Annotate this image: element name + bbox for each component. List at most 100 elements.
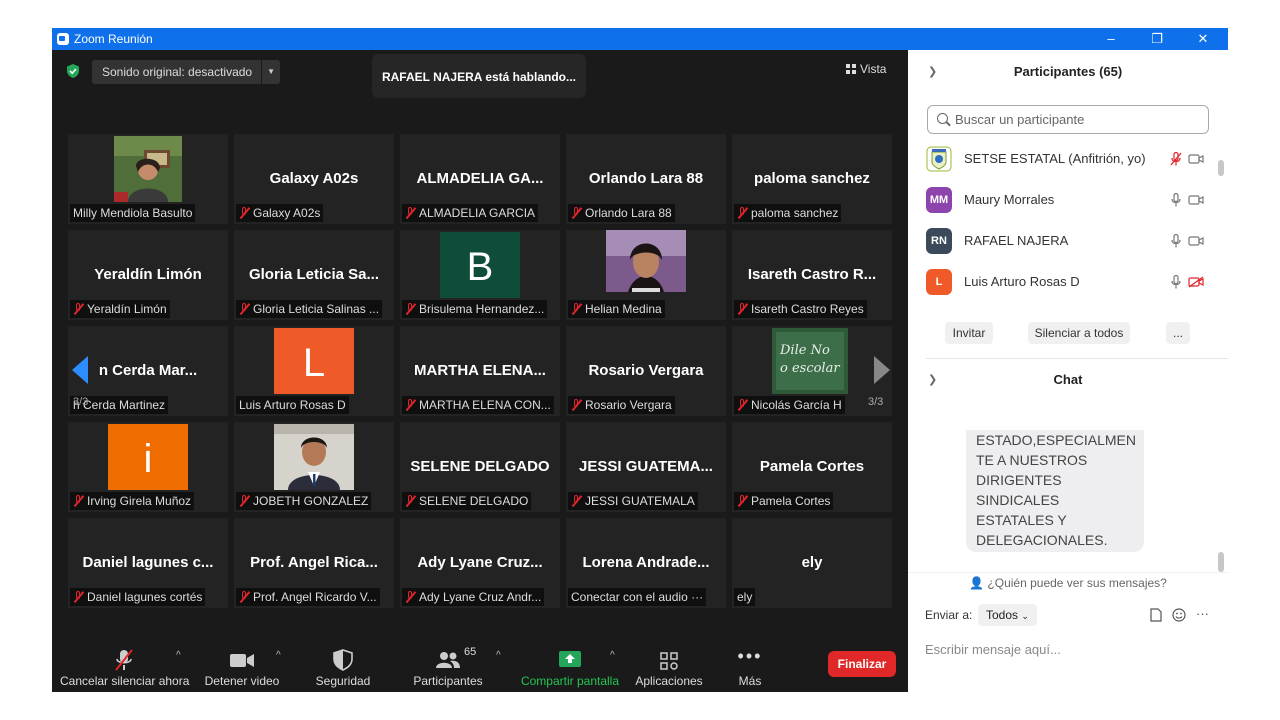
microphone-icon[interactable]: [1170, 193, 1182, 207]
muted-microphone-icon: [737, 495, 748, 507]
participant-photo: [606, 230, 686, 292]
chat-scrollbar[interactable]: [1218, 552, 1224, 572]
participant-name: Rosario Vergara: [585, 398, 672, 412]
muted-microphone-icon: [405, 303, 416, 315]
who-can-see-label: ¿Quién puede ver sus mensajes?: [987, 576, 1167, 590]
more-dots-icon: •••: [737, 646, 763, 666]
meeting-area: Sonido original: desactivado ▼ RAFAEL NA…: [52, 50, 908, 692]
restore-button[interactable]: ❐: [1135, 28, 1179, 50]
participant-display-name: paloma sanchez: [754, 170, 870, 187]
encryption-shield-icon[interactable]: [66, 64, 80, 78]
end-meeting-button[interactable]: Finalizar: [828, 651, 896, 677]
participant-video-tile[interactable]: i Irving Girela Muñoz: [68, 422, 228, 512]
chat-line: DELEGACIONALES.: [976, 532, 1108, 548]
participant-name: ely: [737, 590, 753, 604]
muted-microphone-icon: [405, 591, 416, 603]
participant-video-tile[interactable]: Gloria Leticia Sa... Gloria Leticia Salin…: [234, 230, 394, 320]
participant-name: Helian Medina: [585, 302, 662, 316]
emoji-icon[interactable]: [1172, 608, 1186, 622]
participant-video-tile[interactable]: Helian Medina: [566, 230, 726, 320]
chevron-down-icon[interactable]: ▼: [261, 60, 280, 84]
invite-button[interactable]: Invitar: [945, 322, 993, 344]
collapse-participants-chevron-icon[interactable]: ❯: [928, 58, 937, 86]
chat-message-input[interactable]: Escribir mensaje aquí...: [925, 642, 1061, 657]
participant-video-tile[interactable]: ely ely: [732, 518, 892, 608]
previous-page-arrow-icon[interactable]: [72, 356, 88, 384]
participant-video-tile[interactable]: Daniel lagunes c... Daniel lagunes cortés: [68, 518, 228, 608]
participant-video-tile[interactable]: Orlando Lara 88 Orlando Lara 88: [566, 134, 726, 224]
participant-video-tile[interactable]: ALMADELIA GA... ALMADELIA GARCIA: [400, 134, 560, 224]
participant-name: MARTHA ELENA CON...: [419, 398, 551, 412]
close-button[interactable]: ✕: [1181, 28, 1225, 50]
file-icon[interactable]: [1150, 608, 1162, 622]
participant-name-label: Isareth Castro Reyes: [734, 300, 867, 318]
video-options-caret-icon[interactable]: ^: [276, 650, 281, 661]
participant-video-tile[interactable]: Milly Mendiola Basulto: [68, 134, 228, 224]
participant-video-tile[interactable]: L Luis Arturo Rosas D: [234, 326, 394, 416]
participant-video-tile[interactable]: Prof. Angel Rica... Prof. Angel Ricardo V…: [234, 518, 394, 608]
participant-video-tile[interactable]: JOBETH GONZALEZ: [234, 422, 394, 512]
collapse-chat-chevron-icon[interactable]: ❯: [928, 366, 937, 394]
mute-all-button[interactable]: Silenciar a todos: [1028, 322, 1130, 344]
more-button[interactable]: ••• Más: [726, 638, 774, 692]
participants-scrollbar[interactable]: [1218, 160, 1224, 176]
audio-options-caret-icon[interactable]: ^: [176, 650, 181, 661]
participant-video-tile[interactable]: B Brisulema Hernandez...: [400, 230, 560, 320]
participant-video-tile[interactable]: n Cerda Mar... h Cerda Martinez: [68, 326, 228, 416]
muted-microphone-icon[interactable]: [1170, 152, 1182, 166]
participant-name: Yeraldín Limón: [87, 302, 167, 316]
participant-search-input[interactable]: Buscar un participante: [927, 105, 1209, 134]
who-can-see-link[interactable]: 👤 ¿Quién puede ver sus mensajes?: [908, 576, 1228, 590]
send-to-dropdown[interactable]: Todos ⌄: [978, 604, 1037, 626]
minimize-button[interactable]: –: [1089, 28, 1133, 50]
participant-name-label: Pamela Cortes: [734, 492, 834, 510]
participant-display-name: Prof. Angel Rica...: [250, 554, 378, 571]
participant-name-label: Yeraldín Limón: [70, 300, 170, 318]
participant-list-item[interactable]: MM Maury Morrales: [926, 187, 1206, 217]
participant-list-item[interactable]: L Luis Arturo Rosas D: [926, 269, 1206, 299]
video-camera-icon[interactable]: [1188, 235, 1204, 247]
participant-list-item[interactable]: RN RAFAEL NAJERA: [926, 228, 1206, 258]
unmute-button[interactable]: Cancelar silenciar ahora: [60, 638, 189, 692]
next-page-arrow-icon[interactable]: [874, 356, 890, 384]
chat-line: DIRIGENTES: [976, 472, 1062, 488]
participants-button[interactable]: 65 Participantes: [408, 638, 488, 692]
participant-name-label: SELENE DELGADO: [402, 492, 532, 510]
participant-video-tile[interactable]: Isareth Castro R... Isareth Castro Reyes: [732, 230, 892, 320]
participants-options-caret-icon[interactable]: ^: [496, 650, 501, 661]
participants-icon: [436, 652, 460, 668]
video-camera-icon[interactable]: [1188, 153, 1204, 165]
participant-video-tile[interactable]: JESSI GUATEMA... JESSI GUATEMALA: [566, 422, 726, 512]
stop-video-button[interactable]: Detener video: [200, 638, 284, 692]
original-sound-button[interactable]: Sonido original: desactivado ▼: [92, 60, 281, 84]
participant-name-label: paloma sanchez: [734, 204, 842, 222]
participant-list-name: Maury Morrales: [964, 192, 1055, 207]
zoom-logo-icon: [57, 33, 69, 45]
microphone-icon[interactable]: [1170, 275, 1182, 289]
microphone-icon[interactable]: [1170, 234, 1182, 248]
participant-video-tile[interactable]: Rosario Vergara Rosario Vergara: [566, 326, 726, 416]
more-options-button[interactable]: ...: [1166, 322, 1190, 344]
video-camera-icon[interactable]: [1188, 194, 1204, 206]
security-button[interactable]: Seguridad: [308, 638, 378, 692]
participant-video-tile[interactable]: paloma sanchez paloma sanchez: [732, 134, 892, 224]
participants-label: Participantes: [413, 674, 483, 688]
chat-more-icon[interactable]: ···: [1196, 606, 1209, 621]
share-screen-button[interactable]: Compartir pantalla: [518, 638, 622, 692]
participant-video-tile[interactable]: MARTHA ELENA... MARTHA ELENA CON...: [400, 326, 560, 416]
participant-list-item[interactable]: SETSE ESTATAL (Anfitrión, yo): [926, 146, 1206, 176]
participant-search-placeholder: Buscar un participante: [955, 112, 1085, 127]
participant-video-tile[interactable]: Yeraldín Limón Yeraldín Limón: [68, 230, 228, 320]
video-off-icon[interactable]: [1188, 276, 1204, 288]
participant-name-label: JOBETH GONZALEZ: [236, 492, 372, 510]
participant-name: JESSI GUATEMALA: [585, 494, 695, 508]
participant-video-tile[interactable]: Galaxy A02s Galaxy A02s: [234, 134, 394, 224]
participant-display-name: Rosario Vergara: [588, 362, 704, 379]
participant-video-tile[interactable]: Ady Lyane Cruz... Ady Lyane Cruz Andr...: [400, 518, 560, 608]
share-options-caret-icon[interactable]: ^: [610, 650, 615, 661]
apps-button[interactable]: Aplicaciones: [630, 638, 708, 692]
view-button[interactable]: Vista: [846, 58, 886, 80]
participant-video-tile[interactable]: SELENE DELGADO SELENE DELGADO: [400, 422, 560, 512]
participant-video-tile[interactable]: Lorena Andrade... Conectar con el audio ·…: [566, 518, 726, 608]
participant-video-tile[interactable]: Pamela Cortes Pamela Cortes: [732, 422, 892, 512]
